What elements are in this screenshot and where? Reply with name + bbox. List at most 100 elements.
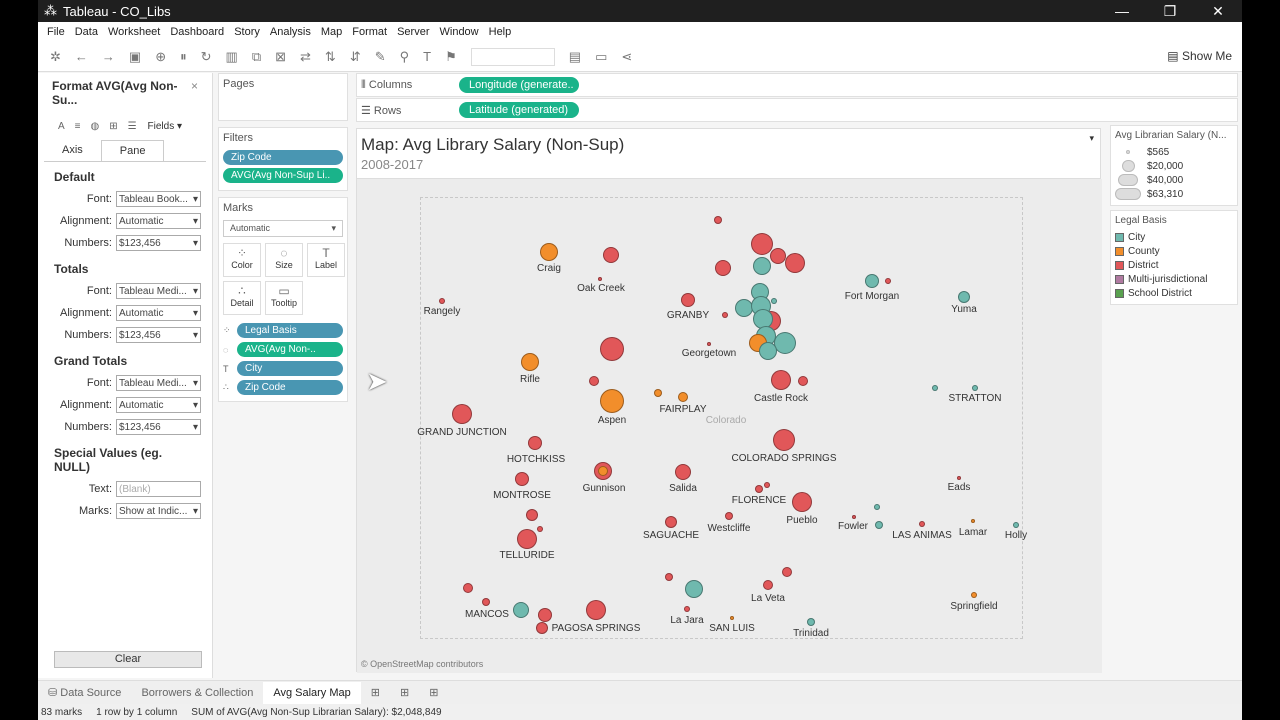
fields-dropdown[interactable]: Fields ▾ <box>148 121 182 132</box>
map-mark[interactable] <box>759 342 777 360</box>
legend-item-city[interactable]: City <box>1115 230 1233 244</box>
new-dashboard-icon[interactable]: ⊞ <box>390 681 419 704</box>
lines-icon[interactable]: ☰ <box>128 121 137 132</box>
map-mark[interactable] <box>538 608 552 622</box>
map-mark[interactable] <box>707 342 711 346</box>
totals-num-select[interactable]: $123,456 ▾ <box>116 327 201 343</box>
forward-icon[interactable]: → <box>102 49 115 64</box>
map-mark[interactable] <box>439 298 445 304</box>
map-mark[interactable] <box>603 247 619 263</box>
clear-button[interactable]: Clear <box>54 651 202 668</box>
clear-sheet-icon[interactable]: ⊠ <box>275 49 286 65</box>
map-mark[interactable] <box>798 376 808 386</box>
map-mark[interactable] <box>751 233 773 255</box>
special-text-input[interactable]: (Blank) <box>116 481 201 497</box>
card-icon[interactable]: ▤ <box>569 49 581 65</box>
map-mark[interactable] <box>865 274 879 288</box>
map-mark[interactable] <box>773 429 795 451</box>
mark-field-city[interactable]: City <box>237 361 343 376</box>
color-button[interactable]: ⁘ Color <box>223 243 261 277</box>
save-icon[interactable]: ▣ <box>129 49 141 65</box>
map-mark[interactable] <box>885 278 891 284</box>
tab-avg-salary-map[interactable]: Avg Salary Map <box>263 681 361 704</box>
menu-map[interactable]: Map <box>321 26 342 38</box>
map-mark[interactable] <box>875 521 883 529</box>
close-format-icon[interactable]: × <box>191 79 198 107</box>
pause-icon[interactable]: ⏸ <box>180 49 187 65</box>
group-icon[interactable]: ⚲ <box>400 49 410 65</box>
map-mark[interactable] <box>755 485 763 493</box>
menu-analysis[interactable]: Analysis <box>270 26 311 38</box>
pin-icon[interactable]: ⚑ <box>445 49 457 65</box>
menu-story[interactable]: Story <box>234 26 260 38</box>
close-button[interactable]: ✕ <box>1194 3 1242 20</box>
map-mark[interactable] <box>598 466 608 476</box>
tooltip-button[interactable]: ▭ Tooltip <box>265 281 303 315</box>
pages-shelf[interactable]: Pages <box>223 78 343 90</box>
map-mark[interactable] <box>852 515 856 519</box>
detail-button[interactable]: ∴ Detail <box>223 281 261 315</box>
map-mark[interactable] <box>957 476 961 480</box>
map-mark[interactable] <box>515 472 529 486</box>
tab-data-source[interactable]: ⛁ Data Source <box>38 681 131 704</box>
map-mark[interactable] <box>526 509 538 521</box>
map-mark[interactable] <box>782 567 792 577</box>
map-mark[interactable] <box>932 385 938 391</box>
grand-align-select[interactable]: Automatic ▾ <box>116 397 201 413</box>
map-mark[interactable] <box>654 389 662 397</box>
map-mark[interactable] <box>537 526 543 532</box>
swap-icon[interactable]: ⇄ <box>300 49 311 65</box>
map-canvas[interactable]: Colorado © OpenStreetMap contributors Cr… <box>357 179 1102 673</box>
totals-align-select[interactable]: Automatic ▾ <box>116 305 201 321</box>
share-icon[interactable]: ⋖ <box>621 49 632 65</box>
map-mark[interactable] <box>715 260 731 276</box>
map-mark[interactable] <box>792 492 812 512</box>
map-mark[interactable] <box>685 580 703 598</box>
menu-window[interactable]: Window <box>440 26 479 38</box>
map-mark[interactable] <box>665 573 673 581</box>
map-mark[interactable] <box>971 519 975 523</box>
default-num-select[interactable]: $123,456 ▾ <box>116 235 201 251</box>
columns-shelf[interactable]: ⦀ Columns Longitude (generate.. <box>356 73 1238 97</box>
mark-field-avg-salary[interactable]: AVG(Avg Non-.. <box>237 342 343 357</box>
filter-zip-code[interactable]: Zip Code <box>223 150 343 165</box>
tab-borrowers-collection[interactable]: Borrowers & Collection <box>131 682 263 704</box>
tableau-icon[interactable]: ✲ <box>50 49 61 65</box>
borders-icon[interactable]: ⊞ <box>109 121 117 132</box>
map-mark[interactable] <box>958 291 970 303</box>
map-mark[interactable] <box>771 298 777 304</box>
mark-field-zip[interactable]: Zip Code <box>237 380 343 395</box>
menu-server[interactable]: Server <box>397 26 429 38</box>
map-mark[interactable] <box>681 293 695 307</box>
legend-item-multi-jurisdictional[interactable]: Multi-jurisdictional <box>1115 272 1233 286</box>
new-worksheet-icon[interactable]: ⊞ <box>361 681 390 704</box>
map-mark[interactable] <box>452 404 472 424</box>
menu-help[interactable]: Help <box>489 26 512 38</box>
map-mark[interactable] <box>675 464 691 480</box>
map-mark[interactable] <box>598 277 602 281</box>
map-mark[interactable] <box>513 602 529 618</box>
totals-font-select[interactable]: Tableau Medi... ▾ <box>116 283 201 299</box>
sort-asc-icon[interactable]: ⇅ <box>325 49 336 65</box>
size-button[interactable]: ◌ Size <box>265 243 303 277</box>
tab-axis[interactable]: Axis <box>44 140 101 161</box>
map-mark[interactable] <box>764 482 770 488</box>
show-me-button[interactable]: ▤ Show Me <box>1167 49 1232 63</box>
refresh-icon[interactable]: ↻ <box>201 49 212 65</box>
back-icon[interactable]: ← <box>75 49 88 64</box>
map-mark[interactable] <box>725 512 733 520</box>
menu-file[interactable]: File <box>47 26 65 38</box>
map-mark[interactable] <box>600 337 624 361</box>
map-mark[interactable] <box>774 332 796 354</box>
presentation-icon[interactable]: ▭ <box>595 49 607 65</box>
map-mark[interactable] <box>770 248 786 264</box>
map-mark[interactable] <box>463 583 473 593</box>
map-mark[interactable] <box>874 504 880 510</box>
map-mark[interactable] <box>521 353 539 371</box>
font-icon[interactable]: A <box>58 121 65 132</box>
map-mark[interactable] <box>807 618 815 626</box>
map-mark[interactable] <box>753 257 771 275</box>
shading-icon[interactable]: ◍ <box>91 121 100 132</box>
rows-pill-latitude[interactable]: Latitude (generated) <box>459 102 579 118</box>
map-mark[interactable] <box>600 389 624 413</box>
